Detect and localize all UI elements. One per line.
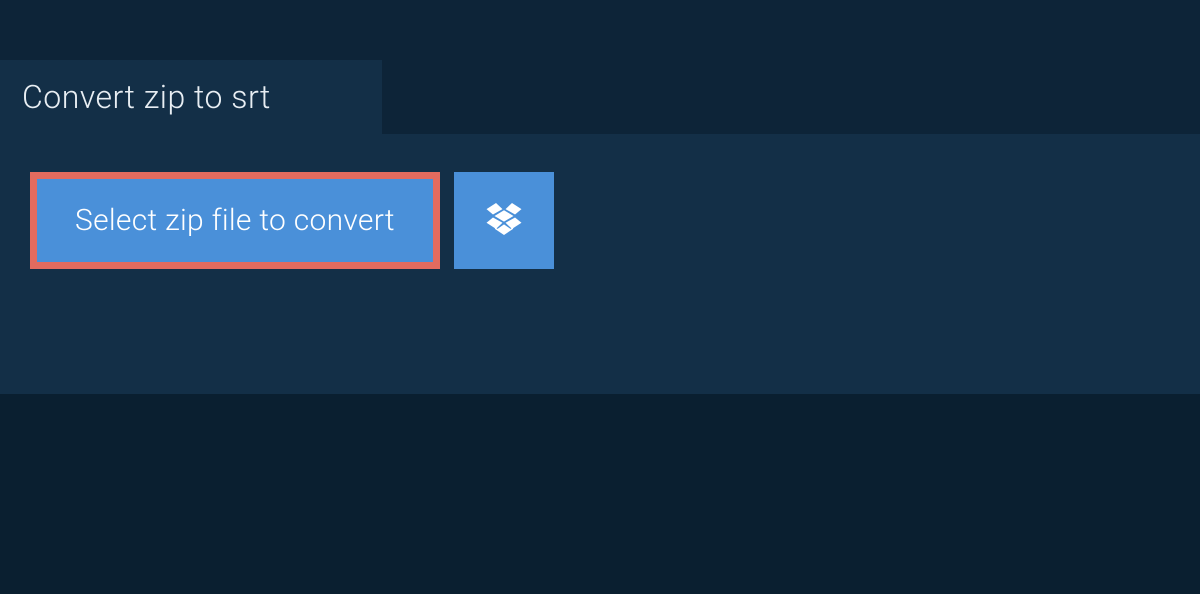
top-spacer bbox=[0, 0, 1200, 60]
dropbox-icon bbox=[485, 200, 523, 242]
bottom-area bbox=[0, 394, 1200, 594]
tab-title: Convert zip to srt bbox=[22, 78, 271, 116]
tab-convert-zip-to-srt[interactable]: Convert zip to srt bbox=[0, 60, 382, 134]
select-file-button[interactable]: Select zip file to convert bbox=[30, 172, 440, 269]
converter-panel: Select zip file to convert bbox=[0, 134, 1200, 394]
button-row: Select zip file to convert bbox=[30, 172, 1170, 269]
dropbox-button[interactable] bbox=[454, 172, 554, 269]
tab-row: Convert zip to srt bbox=[0, 60, 1200, 134]
select-file-label: Select zip file to convert bbox=[75, 203, 395, 238]
